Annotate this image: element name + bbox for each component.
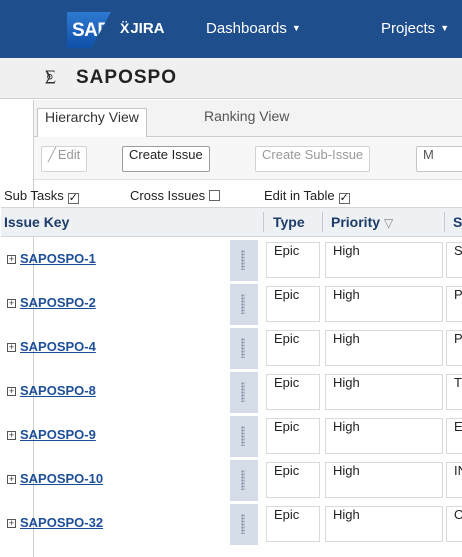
issue-key-link[interactable]: SAPOSPO-8: [20, 383, 96, 398]
status-cell[interactable]: TC: [446, 374, 462, 410]
nav-projects-label: Projects: [381, 20, 436, 37]
table-row[interactable]: + SAPOSPO-1 Epic High ST: [1, 240, 462, 284]
cross-issues-label: Cross Issues: [130, 188, 206, 203]
expand-icon[interactable]: +: [7, 475, 16, 484]
expand-icon[interactable]: +: [7, 519, 16, 528]
edit-button[interactable]: ╱ Edit: [41, 146, 88, 172]
priority-cell[interactable]: High: [325, 242, 443, 278]
sap-logo[interactable]: SAP: [67, 12, 111, 48]
issue-key-link[interactable]: SAPOSPO-9: [20, 427, 96, 442]
issue-key-link[interactable]: SAPOSPO-4: [20, 339, 96, 354]
cross-issues-checkbox[interactable]: [209, 190, 221, 201]
view-options: Sub Tasks ✓ Cross Issues Edit in Table ✓: [4, 180, 462, 210]
column-header-status[interactable]: S: [453, 214, 462, 230]
project-structure-icon: ⨊: [45, 67, 56, 86]
jira-logo[interactable]: ẌJIRA: [120, 20, 165, 37]
type-cell[interactable]: Epic: [266, 286, 320, 322]
issue-key-link[interactable]: SAPOSPO-10: [20, 471, 103, 486]
column-divider[interactable]: [263, 212, 264, 232]
drag-handle-icon[interactable]: [230, 372, 258, 413]
tab-hierarchy-view[interactable]: Hierarchy View: [37, 108, 147, 137]
table-row[interactable]: + SAPOSPO-10 Epic High IN: [1, 460, 462, 504]
expand-icon[interactable]: +: [7, 343, 16, 352]
tab-ranking-view[interactable]: Ranking View: [197, 108, 296, 136]
edit-in-table-option[interactable]: Edit in Table ✓: [264, 188, 350, 204]
expand-icon[interactable]: +: [7, 299, 16, 308]
column-divider[interactable]: [322, 212, 323, 232]
filter-icon[interactable]: ▽: [384, 216, 393, 230]
project-header: ⨊ SAPOSPO: [0, 58, 462, 99]
cross-issues-option[interactable]: Cross Issues: [130, 188, 221, 203]
pencil-icon: ╱: [48, 147, 56, 162]
status-cell[interactable]: PC: [446, 330, 462, 366]
type-cell[interactable]: Epic: [266, 418, 320, 454]
structure-panel: Hierarchy View Ranking View ╱ Edit Create…: [1, 100, 462, 557]
edit-in-table-checkbox[interactable]: ✓: [338, 193, 350, 204]
chevron-down-icon: ▼: [440, 23, 450, 33]
priority-cell[interactable]: High: [325, 286, 443, 322]
type-cell[interactable]: Epic: [266, 330, 320, 366]
issue-key-link[interactable]: SAPOSPO-2: [20, 295, 96, 310]
priority-cell[interactable]: High: [325, 374, 443, 410]
create-sub-issue-button[interactable]: Create Sub-Issue: [255, 146, 371, 172]
column-header-priority[interactable]: Priority ▽: [331, 214, 393, 230]
issue-key-link[interactable]: SAPOSPO-1: [20, 251, 96, 266]
edit-in-table-label: Edit in Table: [264, 188, 335, 203]
column-header-type[interactable]: Type: [273, 214, 305, 230]
view-tabs: Hierarchy View Ranking View: [34, 100, 462, 137]
status-cell[interactable]: IN: [446, 462, 462, 498]
table-row[interactable]: + SAPOSPO-8 Epic High TC: [1, 372, 462, 416]
priority-cell[interactable]: High: [325, 330, 443, 366]
table-row[interactable]: + SAPOSPO-32 Epic High OI: [1, 504, 462, 548]
edit-button-label: Edit: [57, 147, 81, 162]
project-title: SAPOSPO: [76, 67, 177, 88]
priority-cell[interactable]: High: [325, 462, 443, 498]
jira-logo-icon: Ẍ: [120, 20, 130, 36]
drag-handle-icon[interactable]: [230, 240, 258, 281]
table-row[interactable]: + SAPOSPO-2 Epic High PI: [1, 284, 462, 328]
type-cell[interactable]: Epic: [266, 506, 320, 542]
issue-toolbar: ╱ Edit Create Issue Create Sub-Issue M: [34, 137, 462, 180]
status-cell[interactable]: EX: [446, 418, 462, 454]
nav-dashboards-label: Dashboards: [206, 20, 287, 37]
priority-cell[interactable]: High: [325, 506, 443, 542]
jira-logo-text: JIRA: [130, 20, 165, 37]
chevron-down-icon: ▼: [291, 23, 301, 33]
drag-handle-icon[interactable]: [230, 460, 258, 501]
drag-handle-icon[interactable]: [230, 504, 258, 545]
column-header-priority-label: Priority: [331, 214, 381, 230]
drag-handle-icon[interactable]: [230, 328, 258, 369]
status-cell[interactable]: ST: [446, 242, 462, 278]
nav-dashboards-menu[interactable]: Dashboards ▼: [206, 20, 301, 37]
column-header-issue-key[interactable]: Issue Key: [4, 214, 69, 230]
status-cell[interactable]: PI: [446, 286, 462, 322]
type-cell[interactable]: Epic: [266, 374, 320, 410]
table-row[interactable]: + SAPOSPO-9 Epic High EX: [1, 416, 462, 460]
column-divider[interactable]: [444, 212, 445, 232]
more-button[interactable]: M: [416, 146, 462, 172]
status-cell[interactable]: OI: [446, 506, 462, 542]
sub-tasks-checkbox[interactable]: ✓: [67, 193, 79, 204]
sub-tasks-option[interactable]: Sub Tasks ✓: [4, 188, 79, 204]
create-issue-button[interactable]: Create Issue: [122, 146, 210, 172]
table-row[interactable]: + SAPOSPO-4 Epic High PC: [1, 328, 462, 372]
drag-handle-icon[interactable]: [230, 416, 258, 457]
top-navigation-bar: SAP ẌJIRA Dashboards ▼ Projects ▼: [0, 0, 462, 58]
table-header: Issue Key Type Priority ▽ S: [1, 207, 462, 237]
sub-tasks-label: Sub Tasks: [4, 188, 64, 203]
type-cell[interactable]: Epic: [266, 462, 320, 498]
sap-logo-text: SAP: [72, 20, 110, 41]
expand-icon[interactable]: +: [7, 431, 16, 440]
priority-cell[interactable]: High: [325, 418, 443, 454]
drag-handle-icon[interactable]: [230, 284, 258, 325]
nav-projects-menu[interactable]: Projects ▼: [381, 20, 449, 37]
expand-icon[interactable]: +: [7, 387, 16, 396]
expand-icon[interactable]: +: [7, 255, 16, 264]
type-cell[interactable]: Epic: [266, 242, 320, 278]
issue-key-link[interactable]: SAPOSPO-32: [20, 515, 103, 530]
